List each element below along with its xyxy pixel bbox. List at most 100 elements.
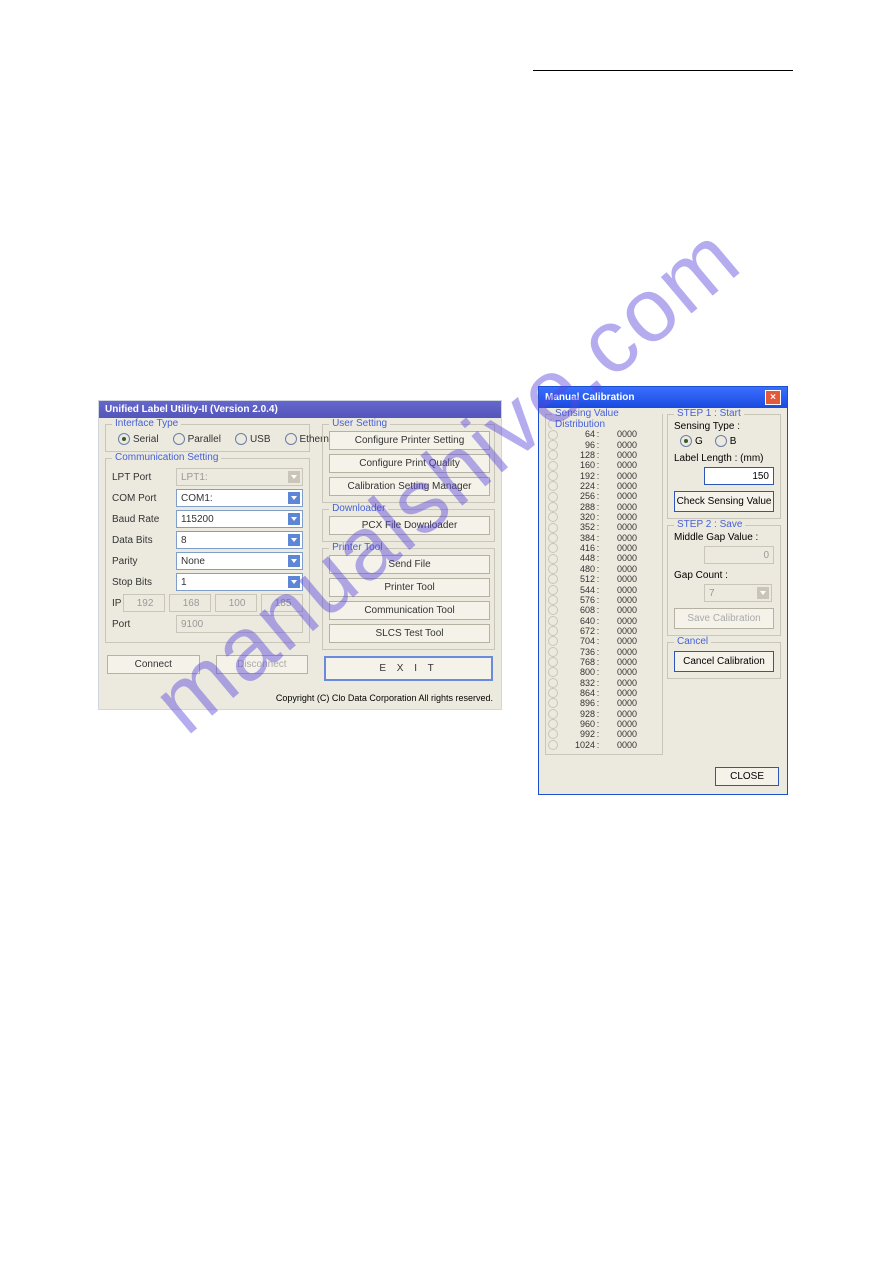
calibration-setting-manager-button[interactable]: Calibration Setting Manager bbox=[329, 477, 490, 496]
dist-key: 64 bbox=[561, 429, 595, 439]
distribution-row[interactable]: 736:0000 bbox=[548, 647, 660, 657]
radio-label: Parallel bbox=[188, 434, 221, 445]
com-port-label: COM Port bbox=[112, 493, 176, 504]
configure-print-quality-button[interactable]: Configure Print Quality bbox=[329, 454, 490, 473]
distribution-row[interactable]: 672:0000 bbox=[548, 626, 660, 636]
pcx-file-downloader-button[interactable]: PCX File Downloader bbox=[329, 516, 490, 535]
distribution-row[interactable]: 480:0000 bbox=[548, 564, 660, 574]
interface-type-group: Interface Type SerialParallelUSBEthernet bbox=[105, 424, 310, 452]
close-button[interactable]: CLOSE bbox=[715, 767, 779, 786]
distribution-row[interactable]: 768:0000 bbox=[548, 657, 660, 667]
distribution-row[interactable]: 640:0000 bbox=[548, 616, 660, 626]
chevron-down-icon bbox=[757, 587, 769, 599]
distribution-row[interactable]: 576:0000 bbox=[548, 595, 660, 605]
distribution-row[interactable]: 64:0000 bbox=[548, 429, 660, 439]
radio-icon bbox=[548, 647, 558, 657]
distribution-row[interactable]: 320:0000 bbox=[548, 512, 660, 522]
radio-icon bbox=[548, 461, 558, 471]
distribution-row[interactable]: 224:0000 bbox=[548, 481, 660, 491]
dist-key: 704 bbox=[561, 636, 595, 646]
radio-icon bbox=[548, 719, 558, 729]
distribution-row[interactable]: 288:0000 bbox=[548, 502, 660, 512]
distribution-row[interactable]: 416:0000 bbox=[548, 543, 660, 553]
communication-setting-legend: Communication Setting bbox=[112, 452, 221, 463]
dist-value: 0000 bbox=[601, 429, 637, 439]
data-bits-combo[interactable]: 8 bbox=[176, 531, 303, 549]
cancel-group: Cancel Cancel Calibration bbox=[667, 642, 781, 679]
distribution-row[interactable]: 544:0000 bbox=[548, 585, 660, 595]
dist-value: 0000 bbox=[601, 512, 637, 522]
distribution-row[interactable]: 864:0000 bbox=[548, 688, 660, 698]
connect-button[interactable]: Connect bbox=[107, 655, 200, 674]
send-file-button[interactable]: Send File bbox=[329, 555, 490, 574]
communication-tool-button[interactable]: Communication Tool bbox=[329, 601, 490, 620]
dist-value: 0000 bbox=[601, 740, 637, 750]
ip-label: IP bbox=[112, 598, 123, 609]
distribution-row[interactable]: 192:0000 bbox=[548, 471, 660, 481]
cancel-calibration-button[interactable]: Cancel Calibration bbox=[674, 651, 774, 672]
chevron-down-icon[interactable] bbox=[288, 555, 300, 567]
dist-value: 0000 bbox=[601, 481, 637, 491]
dist-key: 96 bbox=[561, 440, 595, 450]
distribution-row[interactable]: 384:0000 bbox=[548, 533, 660, 543]
dist-value: 0000 bbox=[601, 688, 637, 698]
distribution-row[interactable]: 704:0000 bbox=[548, 636, 660, 646]
lpt-port-combo: LPT1: bbox=[176, 468, 303, 486]
close-icon[interactable]: × bbox=[765, 390, 781, 405]
gap-count-label: Gap Count : bbox=[674, 570, 774, 581]
distribution-row[interactable]: 160:0000 bbox=[548, 460, 660, 470]
distribution-row[interactable]: 96:0000 bbox=[548, 440, 660, 450]
printer-tool-button[interactable]: Printer Tool bbox=[329, 578, 490, 597]
configure-printer-setting-button[interactable]: Configure Printer Setting bbox=[329, 431, 490, 450]
dist-key: 576 bbox=[561, 595, 595, 605]
distribution-row[interactable]: 896:0000 bbox=[548, 698, 660, 708]
sensing-value-distribution-group: Sensing Value Distribution 32:000064:000… bbox=[545, 414, 663, 755]
exit-button[interactable]: E X I T bbox=[324, 656, 493, 681]
check-sensing-value-button[interactable]: Check Sensing Value bbox=[674, 491, 774, 512]
dist-key: 864 bbox=[561, 688, 595, 698]
distribution-row[interactable]: 608:0000 bbox=[548, 605, 660, 615]
label-length-label: Label Length : (mm) bbox=[674, 453, 774, 464]
chevron-down-icon[interactable] bbox=[288, 576, 300, 588]
radio-icon bbox=[548, 729, 558, 739]
distribution-row[interactable]: 800:0000 bbox=[548, 667, 660, 677]
interface-usb-radio[interactable]: USB bbox=[235, 433, 271, 445]
stop-bits-combo[interactable]: 1 bbox=[176, 573, 303, 591]
radio-icon bbox=[548, 471, 558, 481]
distribution-row[interactable]: 352:0000 bbox=[548, 522, 660, 532]
dist-value: 0000 bbox=[601, 647, 637, 657]
distribution-row[interactable]: 256:0000 bbox=[548, 491, 660, 501]
label-length-input[interactable]: 150 bbox=[704, 467, 774, 485]
radio-icon bbox=[548, 636, 558, 646]
sensing-type-b-radio[interactable]: B bbox=[715, 435, 737, 447]
interface-parallel-radio[interactable]: Parallel bbox=[173, 433, 221, 445]
baud-rate-combo[interactable]: 115200 bbox=[176, 510, 303, 528]
dist-key: 832 bbox=[561, 678, 595, 688]
chevron-down-icon[interactable] bbox=[288, 513, 300, 525]
distribution-row[interactable]: 1024:0000 bbox=[548, 740, 660, 750]
window-title: Unified Label Utility-II (Version 2.0.4) bbox=[99, 401, 501, 418]
dist-value: 0000 bbox=[601, 522, 637, 532]
chevron-down-icon[interactable] bbox=[288, 492, 300, 504]
distribution-row[interactable]: 448:0000 bbox=[548, 553, 660, 563]
distribution-row[interactable]: 128:0000 bbox=[548, 450, 660, 460]
distribution-row[interactable]: 512:0000 bbox=[548, 574, 660, 584]
slcs-test-tool-button[interactable]: SLCS Test Tool bbox=[329, 624, 490, 643]
interface-serial-radio[interactable]: Serial bbox=[118, 433, 159, 445]
step1-legend: STEP 1 : Start bbox=[674, 408, 744, 419]
dist-key: 512 bbox=[561, 574, 595, 584]
dist-value: 0000 bbox=[601, 595, 637, 605]
chevron-down-icon[interactable] bbox=[288, 534, 300, 546]
sensing-type-g-radio[interactable]: G bbox=[680, 435, 703, 447]
parity-combo[interactable]: None bbox=[176, 552, 303, 570]
distribution-row[interactable]: 960:0000 bbox=[548, 719, 660, 729]
stop-bits-value: 1 bbox=[181, 577, 187, 588]
distribution-row[interactable]: 928:0000 bbox=[548, 709, 660, 719]
distribution-row[interactable]: 832:0000 bbox=[548, 678, 660, 688]
dist-key: 608 bbox=[561, 605, 595, 615]
dist-key: 640 bbox=[561, 616, 595, 626]
distribution-row[interactable]: 992:0000 bbox=[548, 729, 660, 739]
com-port-combo[interactable]: COM1: bbox=[176, 489, 303, 507]
baud-rate-label: Baud Rate bbox=[112, 514, 176, 525]
radio-icon bbox=[548, 595, 558, 605]
